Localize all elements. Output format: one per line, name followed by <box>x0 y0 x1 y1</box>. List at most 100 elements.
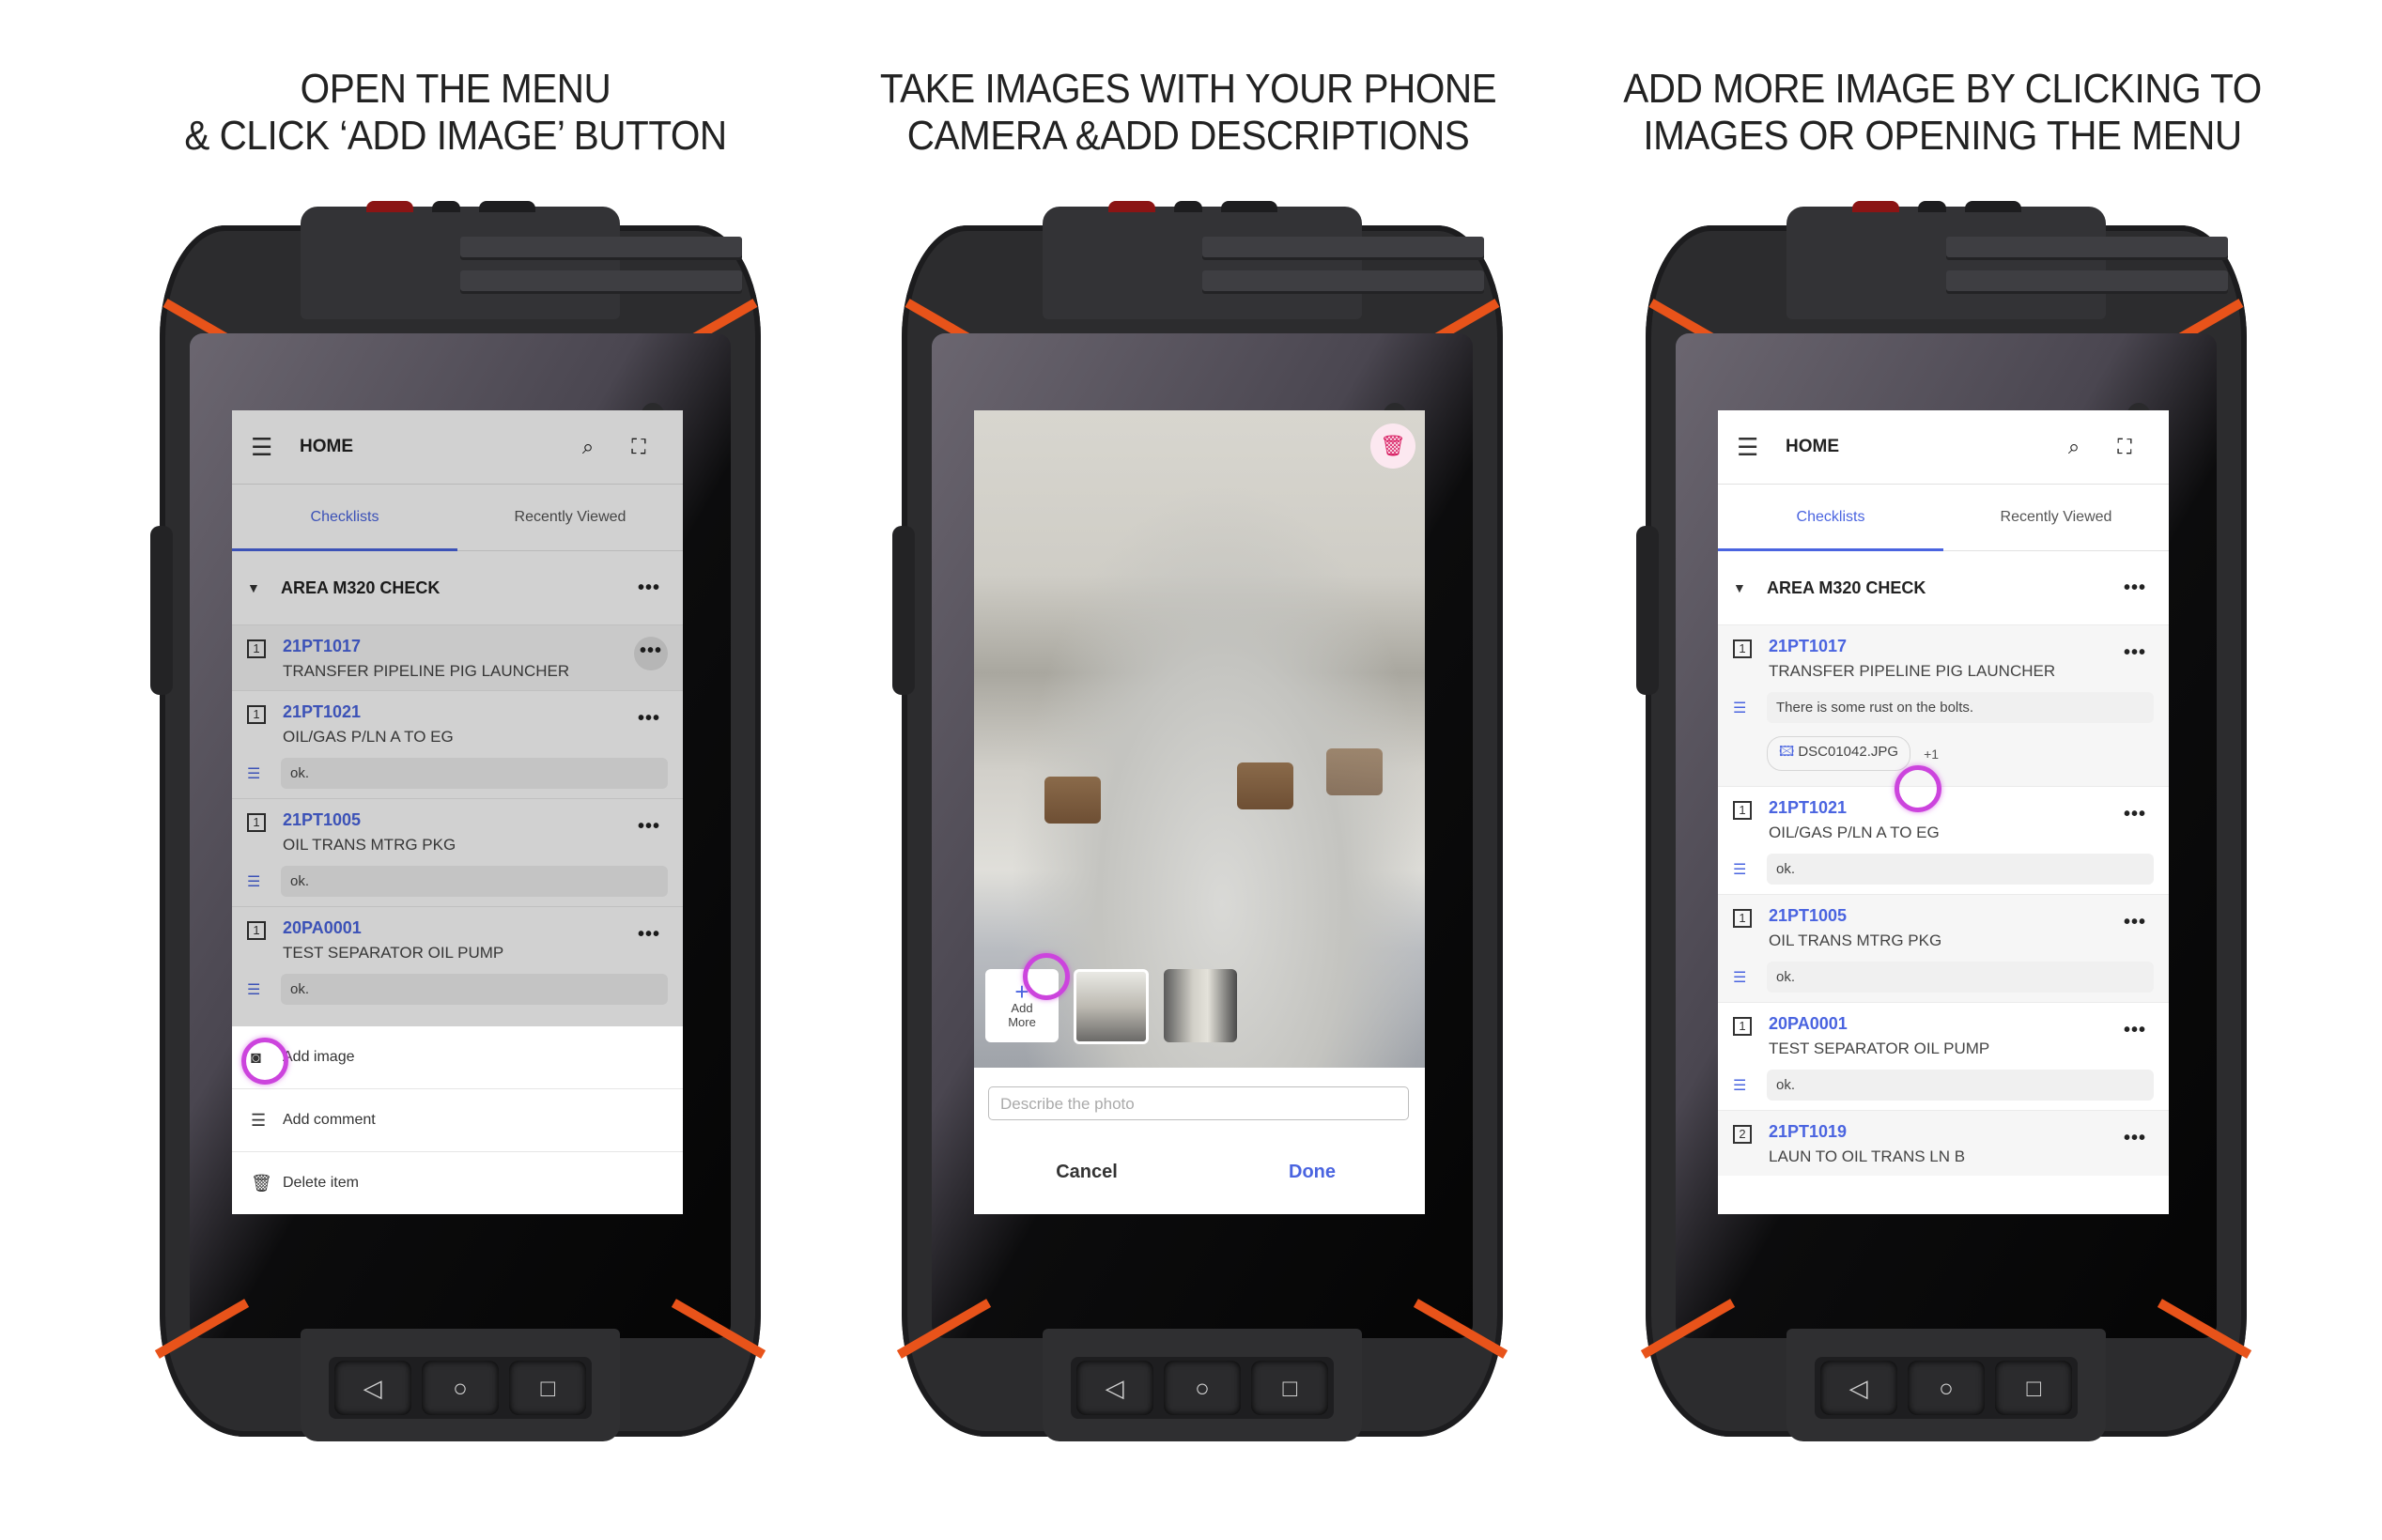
bottom-bumper: ◁ ○ □ <box>1043 1329 1362 1441</box>
top-button[interactable] <box>1965 201 2021 212</box>
home-button[interactable]: ○ <box>1907 1361 1985 1415</box>
title-line: ADD MORE IMAGE BY CLICKING TO <box>1623 66 2262 112</box>
grille <box>1202 270 1484 291</box>
item-code: 21PT1005 <box>1769 906 1848 925</box>
home-button[interactable]: ○ <box>1163 1361 1241 1415</box>
scrim[interactable] <box>232 410 683 1026</box>
item-desc: OIL/GAS P/LN A TO EG <box>1769 824 1940 841</box>
bottom-bumper: ◁ ○ □ <box>1786 1329 2106 1441</box>
top-button[interactable] <box>1221 201 1277 212</box>
menu-item-add-comment[interactable]: ☰ Add comment <box>232 1089 683 1152</box>
item-code: 21PT1019 <box>1769 1122 1848 1141</box>
search-icon[interactable]: ⌕ <box>2049 435 2099 459</box>
delete-photo-button[interactable]: 🗑 <box>1370 424 1415 469</box>
phone-2: ◁ ○ □ 🗑 + Add More Describe the photo Ca… <box>892 201 1508 1446</box>
list-item[interactable]: 1 21PT1017 TRANSFER PIPELINE PIG LAUNCHE… <box>1718 624 2169 786</box>
app-bar: ☰ HOME ⌕ ⛶ <box>1718 410 2169 485</box>
item-desc: LAUN TO OIL TRANS LN B <box>1769 1147 1966 1165</box>
top-button[interactable] <box>1918 201 1946 212</box>
section-header[interactable]: ▼ AREA M320 CHECK ••• <box>1718 551 2169 624</box>
caret-down-icon[interactable]: ▼ <box>1733 580 1767 595</box>
menu-item-delete-item[interactable]: 🗑 Delete item <box>232 1152 683 1214</box>
item-desc: OIL TRANS MTRG PKG <box>1769 932 1942 949</box>
tap-highlight-ring <box>1023 953 1070 1000</box>
item-code: 21PT1017 <box>1769 637 1848 655</box>
count-icon: 2 <box>1733 1125 1752 1144</box>
bolt <box>1237 762 1293 809</box>
comment-icon: ☰ <box>1733 700 1747 716</box>
more-attachments-count[interactable]: +1 <box>1924 747 1939 762</box>
more-icon[interactable]: ••• <box>2116 642 2154 664</box>
comment-icon: ☰ <box>1733 969 1747 986</box>
scan-icon[interactable]: ⛶ <box>2099 435 2150 459</box>
comment-icon: ☰ <box>1733 861 1747 878</box>
side-button[interactable] <box>1636 526 1659 695</box>
describe-photo-input[interactable]: Describe the photo <box>988 1086 1409 1120</box>
phone-3: ◁ ○ □ ☰ HOME ⌕ ⛶ Checklists Recently Vie… <box>1636 201 2252 1446</box>
list-item[interactable]: 1 21PT1005 OIL TRANS MTRG PKG ☰ ok. ••• <box>1718 894 2169 1002</box>
photo-thumbnail[interactable] <box>1164 969 1237 1042</box>
grille <box>1946 270 2228 291</box>
menu-item-add-image[interactable]: ◙ Add image <box>232 1026 683 1089</box>
power-button[interactable] <box>1108 201 1155 212</box>
add-more-label: More <box>1008 1015 1036 1029</box>
more-icon[interactable]: ••• <box>2116 804 2154 825</box>
comment-text: There is some rust on the bolts. <box>1767 692 2154 723</box>
page-title: HOME <box>1786 437 1839 456</box>
comment-text: ok. <box>1767 854 2154 885</box>
home-button[interactable]: ○ <box>421 1361 499 1415</box>
more-icon[interactable]: ••• <box>2116 578 2154 599</box>
menu-item-label: Delete item <box>283 1175 359 1191</box>
screen-home-menu: ☰ HOME ⌕ ⛶ Checklists Recently Viewed ▼ … <box>232 410 683 1214</box>
item-desc: TRANSFER PIPELINE PIG LAUNCHER <box>1769 662 2056 680</box>
comment-icon: ☰ <box>1733 1077 1747 1094</box>
top-button[interactable] <box>432 201 460 212</box>
screen-photo-editor: 🗑 + Add More Describe the photo Cancel D… <box>974 410 1425 1214</box>
image-icon: 🖾 <box>1779 744 1795 760</box>
list-item[interactable]: 1 21PT1021 OIL/GAS P/LN A TO EG ☰ ok. ••• <box>1718 786 2169 894</box>
more-icon[interactable]: ••• <box>2116 1020 2154 1041</box>
cancel-button[interactable]: Cancel <box>974 1162 1199 1183</box>
list-item[interactable]: 2 21PT1019 LAUN TO OIL TRANS LN B ••• <box>1718 1110 2169 1176</box>
count-icon: 1 <box>1733 801 1752 820</box>
power-button[interactable] <box>366 201 413 212</box>
menu-item-label: Add image <box>283 1049 355 1065</box>
menu-icon[interactable]: ☰ <box>1737 433 1786 462</box>
photo-thumbnail[interactable] <box>1074 969 1149 1044</box>
bolt <box>1044 777 1101 824</box>
recent-apps-button[interactable]: □ <box>1995 1361 2073 1415</box>
more-icon[interactable]: ••• <box>2116 912 2154 933</box>
back-button[interactable]: ◁ <box>333 1361 411 1415</box>
count-icon: 1 <box>1733 639 1752 658</box>
attachment-chip[interactable]: 🖾 DSC01042.JPG <box>1767 736 1911 771</box>
step-3-title: ADD MORE IMAGE BY CLICKING TO IMAGES OR … <box>1614 66 2270 160</box>
tab-checklists[interactable]: Checklists <box>1718 485 1943 550</box>
tab-recently-viewed[interactable]: Recently Viewed <box>1943 485 2169 550</box>
power-button[interactable] <box>1852 201 1899 212</box>
list-item[interactable]: 1 20PA0001 TEST SEPARATOR OIL PUMP ☰ ok. … <box>1718 1002 2169 1110</box>
screen-home-with-image: ☰ HOME ⌕ ⛶ Checklists Recently Viewed ▼ … <box>1718 410 2169 1214</box>
recent-apps-button[interactable]: □ <box>509 1361 587 1415</box>
top-bumper <box>1786 201 2228 319</box>
comment-icon: ☰ <box>251 1110 267 1130</box>
back-button[interactable]: ◁ <box>1075 1361 1153 1415</box>
top-button[interactable] <box>1174 201 1202 212</box>
side-button[interactable] <box>892 526 915 695</box>
side-button[interactable] <box>150 526 173 695</box>
menu-item-label: Add comment <box>283 1112 376 1128</box>
done-button[interactable]: Done <box>1199 1162 1425 1183</box>
trash-icon: 🗑 <box>1380 434 1406 457</box>
count-icon: 1 <box>1733 1017 1752 1036</box>
recent-apps-button[interactable]: □ <box>1251 1361 1329 1415</box>
attachment-filename: DSC01042.JPG <box>1798 744 1899 760</box>
back-button[interactable]: ◁ <box>1819 1361 1897 1415</box>
title-line: TAKE IMAGES WITH YOUR PHONE <box>879 66 1497 112</box>
grille <box>1946 237 2228 257</box>
section-title: AREA M320 CHECK <box>1767 578 1926 597</box>
dialog-actions: Cancel Done <box>974 1162 1425 1183</box>
more-icon[interactable]: ••• <box>2116 1128 2154 1149</box>
grille <box>1202 237 1484 257</box>
top-button[interactable] <box>479 201 535 212</box>
grille <box>460 270 742 291</box>
item-desc: TEST SEPARATOR OIL PUMP <box>1769 1040 1990 1057</box>
